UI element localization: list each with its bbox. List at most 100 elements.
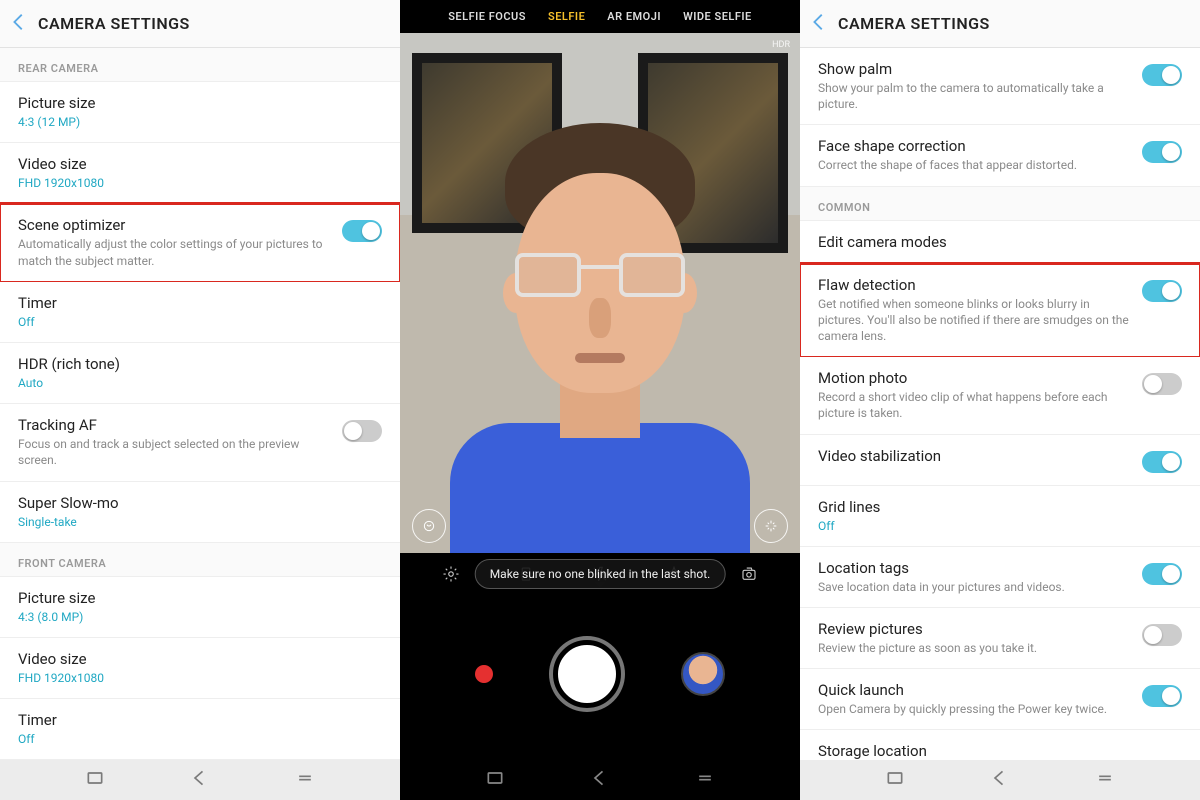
setting-sub: Open Camera by quickly pressing the Powe…	[818, 701, 1130, 717]
section-label: FRONT CAMERA	[0, 543, 400, 577]
settings-row[interactable]: Edit camera modes	[800, 221, 1200, 264]
section-label: REAR CAMERA	[0, 48, 400, 82]
settings-row[interactable]: Face shape correction Correct the shape o…	[800, 125, 1200, 186]
toggle-switch[interactable]	[1142, 280, 1182, 302]
camera-mode[interactable]: WIDE SELFIE	[683, 10, 752, 23]
settings-row[interactable]: Grid linesOff	[800, 486, 1200, 547]
setting-title: Storage location	[818, 742, 1182, 760]
blink-tooltip: Make sure no one blinked in the last sho…	[475, 559, 726, 589]
setting-sub: Single-take	[18, 514, 382, 530]
recents-icon[interactable]	[885, 768, 905, 792]
setting-title: Picture size	[18, 94, 382, 112]
settings-row[interactable]: Tracking AF Focus on and track a subject …	[0, 404, 400, 481]
settings-row[interactable]: Motion photoRecord a short video clip of…	[800, 357, 1200, 434]
beauty-icon[interactable]	[412, 509, 446, 543]
mode-strip[interactable]: SELFIE FOCUS SELFIE AR EMOJI WIDE SELFIE	[400, 0, 800, 33]
header-left: CAMERA SETTINGS	[0, 0, 400, 48]
toggle-switch[interactable]	[342, 220, 382, 242]
setting-sub: Automatically adjust the color settings …	[18, 236, 330, 268]
setting-sub: Auto	[18, 375, 382, 391]
record-button[interactable]	[475, 665, 493, 683]
settings-row[interactable]: Show palmShow your palm to the camera to…	[800, 48, 1200, 125]
setting-title: Location tags	[818, 559, 1130, 577]
android-navbar	[400, 760, 800, 800]
setting-title: Video stabilization	[818, 447, 1130, 465]
selfie-subject	[475, 123, 725, 543]
setting-sub: Off	[818, 518, 1182, 534]
home-icon[interactable]	[295, 768, 315, 792]
back-nav-icon[interactable]	[590, 768, 610, 792]
gear-icon[interactable]	[442, 565, 460, 587]
setting-title: Flaw detection	[818, 276, 1130, 294]
toggle-switch[interactable]	[1142, 685, 1182, 707]
shutter-button[interactable]	[553, 640, 621, 708]
setting-sub: Off	[18, 314, 382, 330]
settings-row[interactable]: Picture size 4:3 (12 MP)	[0, 82, 400, 143]
switch-camera-icon[interactable]	[740, 565, 758, 587]
recents-icon[interactable]	[485, 768, 505, 792]
setting-sub: Review the picture as soon as you take i…	[818, 640, 1130, 656]
setting-title: Edit camera modes	[818, 233, 1182, 251]
toggle-switch[interactable]	[1142, 141, 1182, 163]
android-navbar	[0, 760, 400, 800]
page-title: CAMERA SETTINGS	[38, 14, 190, 33]
recents-icon[interactable]	[85, 768, 105, 792]
toggle-switch[interactable]	[1142, 624, 1182, 646]
back-icon[interactable]	[8, 11, 30, 37]
setting-title: Face shape correction	[818, 137, 1130, 155]
viewfinder[interactable]: HDR	[400, 33, 800, 553]
home-icon[interactable]	[1095, 768, 1115, 792]
setting-sub: 4:3 (8.0 MP)	[18, 609, 382, 625]
header-right: CAMERA SETTINGS	[800, 0, 1200, 48]
back-nav-icon[interactable]	[190, 768, 210, 792]
camera-mode[interactable]: SELFIE	[548, 10, 585, 23]
setting-title: Scene optimizer	[18, 216, 330, 234]
setting-title: Timer	[18, 294, 382, 312]
home-icon[interactable]	[695, 768, 715, 792]
setting-title: HDR (rich tone)	[18, 355, 382, 373]
setting-title: Quick launch	[818, 681, 1130, 699]
settings-row[interactable]: Review pictures Review the picture as soo…	[800, 608, 1200, 669]
settings-row[interactable]: Timer Off	[0, 282, 400, 343]
settings-row[interactable]: Quick launch Open Camera by quickly press…	[800, 669, 1200, 730]
settings-row[interactable]: Scene optimizer Automatically adjust the …	[0, 204, 400, 281]
settings-row[interactable]: Flaw detection Get notified when someone …	[800, 264, 1200, 358]
setting-title: Timer	[18, 711, 382, 729]
camera-app: SELFIE FOCUS SELFIE AR EMOJI WIDE SELFIE HD…	[400, 0, 800, 800]
setting-title: Tracking AF	[18, 416, 330, 434]
setting-sub: Correct the shape of faces that appear d…	[818, 157, 1130, 173]
settings-row[interactable]: Video size FHD 1920x1080	[0, 638, 400, 699]
settings-row[interactable]: HDR (rich tone) Auto	[0, 343, 400, 404]
page-title: CAMERA SETTINGS	[838, 14, 990, 33]
toggle-switch[interactable]	[1142, 563, 1182, 585]
hdr-badge: HDR	[772, 41, 790, 51]
gallery-thumbnail[interactable]	[681, 652, 725, 696]
settings-row[interactable]: Picture size4:3 (8.0 MP)	[0, 577, 400, 638]
setting-sub: FHD 1920x1080	[18, 670, 382, 686]
toggle-switch[interactable]	[1142, 64, 1182, 86]
sparkle-icon[interactable]	[754, 509, 788, 543]
camera-controls: Make sure no one blinked in the last sho…	[400, 553, 800, 800]
back-icon[interactable]	[808, 11, 830, 37]
settings-row[interactable]: Video sizeFHD 1920x1080	[0, 143, 400, 204]
setting-title: Video size	[18, 650, 382, 668]
camera-mode[interactable]: SELFIE FOCUS	[448, 10, 526, 23]
settings-row[interactable]: Super Slow-moSingle-take	[0, 482, 400, 543]
settings-row[interactable]: TimerOff	[0, 699, 400, 760]
toggle-switch[interactable]	[1142, 451, 1182, 473]
setting-title: Review pictures	[818, 620, 1130, 638]
settings-list-right[interactable]: Show palmShow your palm to the camera to…	[800, 48, 1200, 800]
setting-sub: Get notified when someone blinks or look…	[818, 296, 1130, 345]
toggle-switch[interactable]	[342, 420, 382, 442]
camera-mode[interactable]: AR EMOJI	[607, 10, 661, 23]
settings-row[interactable]: Location tagsSave location data in your …	[800, 547, 1200, 608]
settings-list-left[interactable]: REAR CAMERA Picture size 4:3 (12 MP) Video …	[0, 48, 400, 800]
settings-row[interactable]: Video stabilization	[800, 435, 1200, 486]
setting-sub: 4:3 (12 MP)	[18, 114, 382, 130]
toggle-switch[interactable]	[1142, 373, 1182, 395]
back-nav-icon[interactable]	[990, 768, 1010, 792]
setting-sub: FHD 1920x1080	[18, 175, 382, 191]
setting-sub: Focus on and track a subject selected on…	[18, 436, 330, 468]
setting-sub: Record a short video clip of what happen…	[818, 389, 1130, 421]
settings-pane-left: CAMERA SETTINGS REAR CAMERAPicture size4…	[0, 0, 400, 800]
